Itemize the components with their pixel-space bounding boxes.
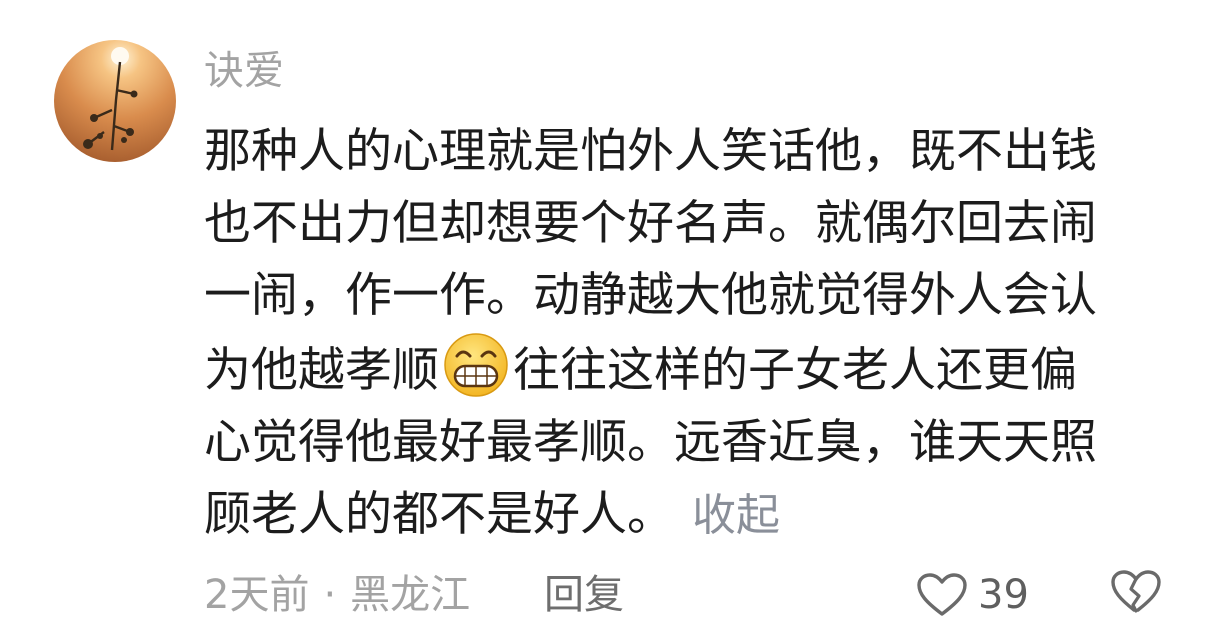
grinning-face-icon [443, 332, 509, 398]
comment-meta: 2天前 · 黑龙江 [204, 565, 470, 625]
comment-line: 那种人的心理就是怕外人笑话他，既不出钱 [204, 124, 1097, 179]
comment-line: 为他越孝顺 往往这样的子女老人还更偏 [204, 332, 1164, 407]
comment-line: 也不出力但却想要个好名声。就偶尔回去闹 [204, 196, 1097, 251]
comment-line: 顾老人的都不是好人。 收起 [204, 479, 1164, 552]
like-button[interactable]: 39 [916, 565, 1029, 625]
comment-line: 一闹，作一作。动静越大他就觉得外人会认 [204, 268, 1097, 323]
comment-segment: 往往这样的子女老人还更偏 [513, 343, 1077, 398]
comment-segment: 为他越孝顺 [204, 343, 439, 398]
comment-line: 心觉得他最好最孝顺。远香近臭，谁天天照 [204, 415, 1097, 470]
like-count: 39 [978, 572, 1029, 618]
collapse-button[interactable]: 收起 [692, 490, 780, 541]
location: 黑龙江 [350, 572, 471, 618]
comment-footer: 2天前 · 黑龙江 回复 39 [204, 565, 1184, 625]
broken-heart-icon [1110, 570, 1162, 629]
heart-icon [916, 572, 968, 618]
comment-text: 那种人的心理就是怕外人笑话他，既不出钱 也不出力但却想要个好名声。就偶尔回去闹 … [204, 116, 1164, 552]
meta-separator: · [323, 572, 337, 618]
reply-button[interactable]: 回复 [544, 565, 624, 625]
avatar[interactable] [54, 40, 176, 162]
comment-segment: 顾老人的都不是好人。 [204, 487, 674, 542]
username[interactable]: 诀爱 [204, 44, 284, 98]
comment-item: 诀爱 那种人的心理就是怕外人笑话他，既不出钱 也不出力但却想要个好名声。就偶尔回… [0, 0, 1224, 640]
dislike-button[interactable] [1110, 569, 1162, 636]
post-time: 2天前 [204, 572, 310, 618]
